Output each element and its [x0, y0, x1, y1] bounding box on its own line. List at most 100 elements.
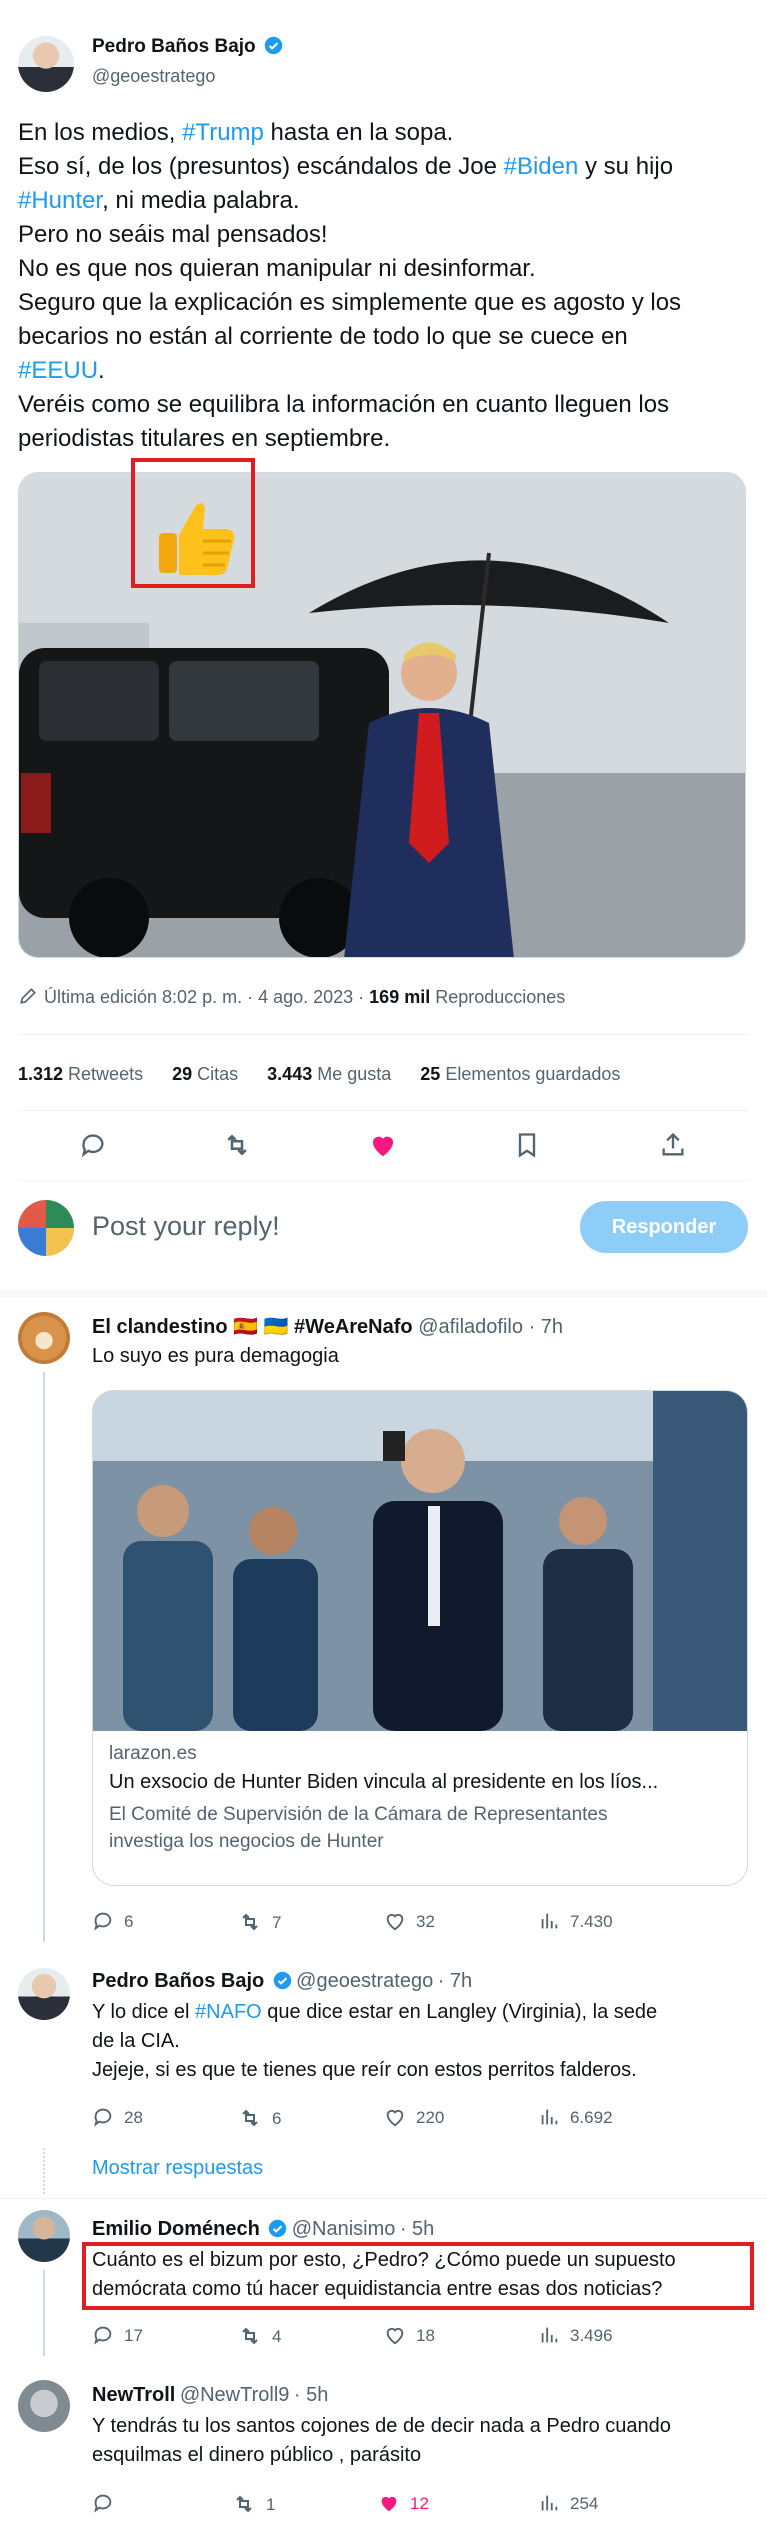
hashtag-eeuu[interactable]: #EEUU	[18, 357, 98, 384]
highlight-box-reply	[82, 2242, 754, 2310]
reply-time[interactable]: · 5h	[400, 2218, 434, 2240]
reply-author-name[interactable]: El clandestino 🇪🇸 🇺🇦 #WeAreNafo	[92, 1316, 413, 1338]
reply-action-bar: 17 4 18 3.496	[92, 2324, 748, 2350]
reply-avatar-nanisimo[interactable]	[18, 2210, 70, 2262]
thread-line	[43, 1372, 45, 1942]
verified-badge-icon	[273, 1971, 291, 1990]
reply-avatar-afiladofilo[interactable]	[18, 1312, 70, 1364]
reply-button[interactable]	[76, 1128, 110, 1162]
reply-action-bar: 1 12 254	[92, 2492, 748, 2518]
retweet-icon	[236, 2495, 252, 2513]
reply-time[interactable]: · 7h	[438, 1970, 472, 1992]
reply-reply-button[interactable]	[92, 2492, 124, 2514]
reply-like-button[interactable]: 220	[384, 2106, 444, 2128]
author-name-row[interactable]: Pedro Baños Bajo	[92, 36, 283, 58]
reply-reply-button[interactable]: 17	[92, 2324, 143, 2346]
show-replies-link[interactable]: Mostrar respuestas	[92, 2157, 263, 2180]
views-icon	[541, 2495, 558, 2511]
edit-pencil-icon	[20, 988, 36, 1004]
views-count: 169 mil	[369, 987, 431, 1007]
divider	[18, 1034, 749, 1035]
verified-badge-icon	[264, 36, 283, 55]
likes-stat[interactable]: 3.443 Me gusta	[267, 1064, 391, 1084]
reply-reply-button[interactable]: 6	[92, 1910, 133, 1932]
reply-author-name[interactable]: Pedro Baños Bajo	[92, 1970, 264, 1992]
author-avatar[interactable]	[18, 36, 74, 92]
stats-row: 1.312 Retweets 29 Citas 3.443 Me gusta 2…	[18, 1064, 620, 1085]
photo-illustration	[19, 473, 745, 957]
hashtag-hunter[interactable]: #Hunter	[18, 187, 102, 214]
reply-author-handle[interactable]: @geoestratego	[296, 1970, 433, 1992]
retweet-button[interactable]	[220, 1128, 254, 1162]
reply-retweet-button[interactable]: 1	[232, 2492, 275, 2516]
divider	[18, 1110, 749, 1111]
reply-retweet-button[interactable]: 4	[238, 2324, 281, 2348]
views-label: Reproducciones	[430, 987, 566, 1007]
views-icon	[541, 2327, 558, 2343]
hashtag-trump[interactable]: #Trump	[182, 119, 264, 146]
link-card-title[interactable]: Un exsocio de Hunter Biden vincula al pr…	[109, 1771, 658, 1794]
reply-author-name[interactable]: Emilio Doménech	[92, 2218, 260, 2240]
hashtag-nafo[interactable]: #NAFO	[195, 2001, 262, 2023]
reply-time[interactable]: · 5h	[294, 2384, 328, 2406]
bookmarks-stat[interactable]: 25 Elementos guardados	[420, 1064, 620, 1084]
bookmark-button[interactable]	[510, 1128, 544, 1162]
reply-like-button[interactable]: 12	[378, 2492, 429, 2514]
quotes-stat[interactable]: 29 Citas	[172, 1064, 238, 1084]
reply-author-handle[interactable]: @afiladofilo	[418, 1316, 523, 1338]
like-button[interactable]	[366, 1128, 400, 1162]
reply-icon	[94, 1912, 112, 1931]
reply-views-button[interactable]: 254	[538, 2492, 598, 2514]
retweet-icon	[242, 1913, 258, 1931]
reply-avatar-newtroll9[interactable]	[18, 2380, 70, 2432]
divider	[0, 2198, 767, 2199]
reply-submit-button[interactable]: Responder	[580, 1201, 748, 1253]
thread-dots	[43, 2148, 45, 2194]
link-card-description: El Comité de Supervisión de la Cámara de…	[109, 1804, 608, 1852]
reply-author-handle[interactable]: @NewTroll9	[180, 2384, 290, 2406]
tweet-photo[interactable]	[18, 472, 746, 958]
reply-avatar-geoestratego[interactable]	[18, 1968, 70, 2020]
share-button[interactable]	[656, 1128, 690, 1162]
reply-input[interactable]: Post your reply!	[92, 1211, 280, 1242]
reply-views-button[interactable]: 3.496	[538, 2324, 613, 2346]
reply-author-name[interactable]: NewTroll	[92, 2384, 175, 2406]
heart-icon	[386, 2328, 404, 2345]
reply-retweet-button[interactable]: 7	[238, 1910, 281, 1934]
author-name[interactable]: Pedro Baños Bajo	[92, 36, 256, 57]
reply-icon	[94, 2494, 112, 2513]
edit-views-row: Última edición 8:02 p. m. · 4 ago. 2023 …	[18, 986, 565, 1008]
reply-time[interactable]: · 7h	[529, 1316, 563, 1338]
link-card-domain: larazon.es	[109, 1743, 197, 1764]
link-card[interactable]: larazon.es Un exsocio de Hunter Biden vi…	[92, 1390, 748, 1886]
reply-views-button[interactable]: 6.692	[538, 2106, 613, 2128]
reply-like-button[interactable]: 18	[384, 2324, 435, 2346]
highlight-box-thumbs	[131, 458, 255, 588]
reply-action-bar: 6 7 32 7.430	[92, 1910, 748, 1936]
reply-text: Lo suyo es pura demagogia	[92, 1345, 339, 1367]
reply-header: Pedro Baños Bajo @geoestratego · 7h	[92, 1970, 472, 1993]
reply-views-button[interactable]: 7.430	[538, 1910, 613, 1932]
edited-label[interactable]: Última edición 8:02 p. m. · 4 ago. 2023 …	[44, 987, 369, 1007]
reply-text: Y lo dice el #NAFO que dice estar en Lan…	[92, 2001, 658, 2081]
verified-badge-icon	[269, 2219, 287, 2238]
reply-like-button[interactable]: 32	[384, 1910, 435, 1932]
retweet-icon	[227, 1134, 247, 1156]
heart-icon	[386, 1914, 404, 1931]
reply-icon	[94, 2108, 112, 2127]
divider	[18, 1180, 749, 1181]
current-user-avatar[interactable]	[18, 1200, 74, 1256]
heart-icon	[386, 2110, 404, 2127]
reply-header: Emilio Doménech @Nanisimo · 5h	[92, 2218, 434, 2241]
section-separator	[0, 1290, 767, 1298]
tweet-body: En los medios, #Trump hasta en la sopa. …	[18, 119, 682, 452]
author-handle[interactable]: @geoestratego	[92, 66, 215, 87]
heart-icon	[381, 2496, 397, 2512]
reply-retweet-button[interactable]: 6	[238, 2106, 281, 2130]
views-icon	[541, 1913, 558, 1929]
retweets-stat[interactable]: 1.312 Retweets	[18, 1064, 143, 1084]
hashtag-biden[interactable]: #Biden	[504, 153, 579, 180]
views-icon	[541, 2109, 558, 2125]
reply-author-handle[interactable]: @Nanisimo	[292, 2218, 396, 2240]
reply-reply-button[interactable]: 28	[92, 2106, 143, 2128]
